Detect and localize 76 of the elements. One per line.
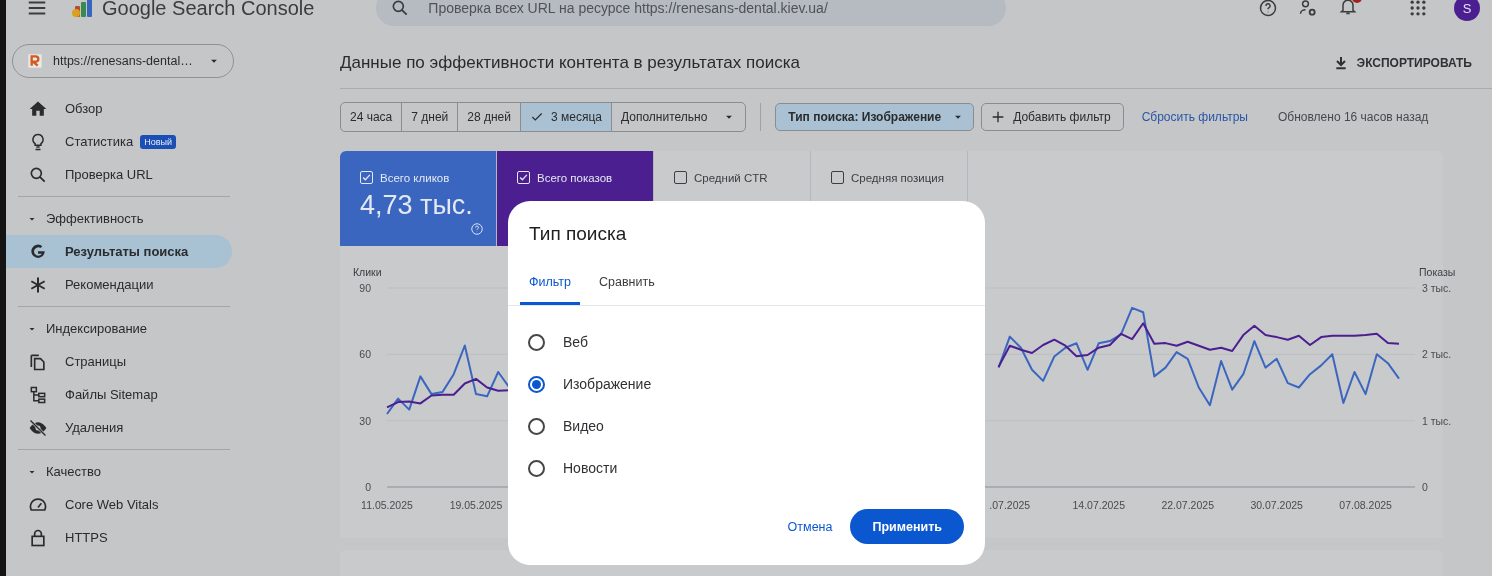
updated-text: Обновлено 16 часов назад [1278, 110, 1429, 124]
tick-label: 2 тыс. [1422, 348, 1452, 361]
apply-button[interactable]: Применить [850, 509, 964, 544]
radio-button[interactable] [528, 375, 545, 393]
person-gear-icon[interactable] [1298, 0, 1318, 18]
range-segment[interactable]: 3 месяца [520, 103, 611, 131]
search-type-chip[interactable]: Тип поиска: Изображение [775, 103, 975, 131]
export-button[interactable]: ЭКСПОРТИРОВАТЬ [1332, 51, 1472, 75]
radio-option[interactable]: Новости [508, 447, 985, 489]
radio-option[interactable]: Видео [508, 405, 985, 447]
range-segment[interactable]: 7 дней [401, 103, 458, 131]
radio-option[interactable]: Веб [508, 321, 985, 363]
avatar[interactable]: S [1454, 0, 1480, 21]
tick-label: 19.05.2025 [449, 499, 503, 511]
tick-label: 1 тыс. [1422, 414, 1452, 427]
axis-title: Клики [353, 266, 382, 278]
dialog-title: Тип поиска [528, 223, 628, 245]
app-title: Google Search Console [102, 0, 315, 20]
tick-label: 60 [359, 348, 371, 361]
section-header[interactable]: Индексирование [6, 312, 240, 345]
nav-item[interactable]: Рекомендации [6, 268, 232, 301]
metric-label: Средний CTR [694, 171, 768, 184]
help-icon[interactable] [1258, 0, 1278, 18]
section-header[interactable]: Качество [6, 455, 240, 488]
radio-button[interactable] [528, 459, 545, 477]
tick-label: 30.07.2025 [1250, 499, 1303, 511]
tick-label: 3 тыс. [1422, 282, 1452, 294]
checkbox[interactable] [674, 171, 687, 184]
tick-label: 07.08.2025 [1339, 499, 1392, 511]
help-icon [470, 222, 484, 236]
tick-label: 0 [365, 481, 371, 493]
radio-option[interactable]: Изображение [508, 363, 985, 405]
reset-filters-link[interactable]: Сбросить фильтры [1141, 110, 1248, 124]
nav-item[interactable]: Проверка URL [6, 158, 232, 191]
checkbox[interactable] [831, 171, 844, 184]
add-filter-button[interactable]: Добавить фильтр [981, 103, 1124, 131]
tick-label: 0 [1422, 481, 1428, 493]
new-badge: Новый [140, 134, 177, 149]
metric-card[interactable]: Всего кликов 4,73 тыс. [340, 151, 497, 246]
metric-label: Средняя позиция [851, 171, 944, 184]
section-header[interactable]: Эффективность [6, 202, 240, 235]
site-logo-icon [27, 53, 43, 69]
tick-label: 22.07.2025 [1161, 499, 1214, 511]
nav-item[interactable]: Core Web Vitals [6, 488, 232, 521]
nav-item[interactable]: Статистика Новый [6, 125, 232, 158]
axis-title: Показы [1419, 266, 1456, 278]
cancel-button[interactable]: Отмена [783, 511, 837, 542]
search-field[interactable]: Проверка всех URL на ресурсе https://renesans-dental.kiev.ua/ [376, 0, 1007, 26]
tick-label: 90 [359, 282, 371, 294]
radio-button[interactable] [528, 333, 545, 351]
range-segment[interactable]: 24 часа [341, 103, 402, 131]
page-title: Данные по эффективности контента в результатах поиска [340, 53, 800, 73]
nav-item[interactable]: Результаты поиска [6, 235, 232, 268]
nav-item[interactable]: Страницы [6, 345, 232, 378]
range-segment[interactable]: 28 дней [457, 103, 520, 131]
logo-icon [70, 0, 94, 20]
dialog-tab[interactable]: Фильтр [520, 269, 580, 305]
nav-item[interactable]: HTTPS [6, 521, 232, 554]
metric-label: Всего показов [537, 171, 613, 184]
tick-label: .07.2025 [989, 499, 1031, 511]
radio-button[interactable] [528, 417, 545, 435]
nav-item[interactable]: Удаления [6, 411, 232, 444]
tick-label: 30 [359, 414, 371, 427]
nav-item[interactable]: Файлы Sitemap [6, 378, 232, 411]
apps-grid-icon[interactable] [1408, 0, 1428, 18]
eye-off-icon [28, 417, 48, 438]
dialog-tab[interactable]: Сравнить [590, 269, 664, 305]
metric-label: Всего кликов [380, 171, 450, 184]
nav-item[interactable]: Обзор [6, 92, 232, 125]
check-icon [530, 110, 544, 124]
tick-label: 14.07.2025 [1072, 499, 1125, 511]
metric-value: 4,73 тыс. [360, 190, 474, 221]
tick-label: 11.05.2025 [361, 499, 413, 511]
sitemap-icon [28, 384, 48, 405]
more-dropdown[interactable]: Дополнительно [610, 103, 746, 131]
lock-icon [28, 527, 48, 548]
